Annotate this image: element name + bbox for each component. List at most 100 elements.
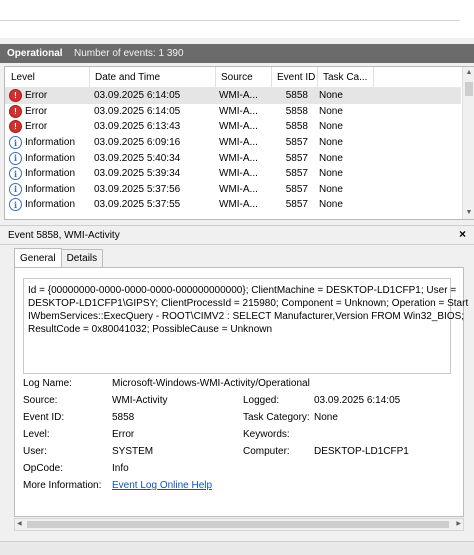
level-label: Level:	[23, 429, 50, 440]
horizontal-scrollbar[interactable]: ◀ ▶	[14, 518, 464, 531]
source-cell: WMI-A...	[219, 121, 258, 133]
info-icon: i	[9, 198, 22, 212]
info-icon: i	[9, 136, 22, 150]
source-cell: WMI-A...	[219, 137, 258, 149]
message-line: ResultCode = 0x80041032; PossibleCause =…	[28, 324, 273, 335]
event-id-value: 5858	[112, 412, 135, 423]
tab-general[interactable]: General	[14, 248, 62, 267]
user-value: SYSTEM	[112, 446, 154, 457]
date-cell: 03.09.2025 6:13:43	[94, 121, 181, 133]
scroll-left-icon[interactable]: ◀	[17, 519, 22, 530]
message-line: Id = {00000000-0000-0000-0000-0000000000…	[28, 285, 457, 296]
table-row[interactable]: i Information 03.09.2025 5:37:56 WMI-A..…	[5, 182, 461, 198]
scroll-down-icon[interactable]: ▼	[463, 207, 474, 219]
event-message[interactable]: Id = {00000000-0000-0000-0000-0000000000…	[23, 278, 469, 374]
log-title: Operational	[7, 48, 63, 59]
event-id-cell: 5857	[285, 199, 308, 211]
date-cell: 03.09.2025 5:40:34	[94, 152, 181, 164]
close-icon[interactable]: ×	[459, 227, 466, 241]
scroll-up-icon[interactable]: ▲	[463, 67, 474, 79]
task-cell: None	[319, 90, 343, 102]
level-cell: i Information	[5, 182, 89, 196]
date-cell: 03.09.2025 5:37:56	[94, 183, 181, 195]
scroll-right-icon[interactable]: ▶	[456, 519, 461, 530]
list-rows: ! Error 03.09.2025 6:14:05 WMI-A... 5858…	[5, 88, 461, 213]
event-id-cell: 5857	[285, 137, 308, 149]
toolbar-area	[0, 0, 474, 38]
message-line: DESKTOP-LD1CFP1\GIPSY; ClientProcessId =…	[28, 298, 469, 309]
computer-value: DESKTOP-LD1CFP1	[314, 446, 409, 457]
level-value: Error	[112, 429, 135, 440]
table-row[interactable]: i Information 03.09.2025 5:40:34 WMI-A..…	[5, 150, 461, 166]
detail-tabs: General Details	[14, 248, 104, 267]
error-icon: !	[9, 104, 22, 118]
vertical-scrollbar[interactable]: ▲ ▼	[462, 67, 474, 219]
column-header-event-id[interactable]: Event ID	[272, 72, 317, 83]
task-category-value: None	[314, 412, 338, 423]
logged-value: 03.09.2025 6:14:05	[314, 395, 401, 406]
task-cell: None	[319, 199, 343, 211]
error-icon: !	[9, 89, 22, 103]
task-cell: None	[319, 183, 343, 195]
general-tab-panel: Id = {00000000-0000-0000-0000-0000000000…	[14, 267, 469, 517]
event-id-cell: 5858	[285, 105, 308, 117]
level-cell: ! Error	[5, 104, 89, 118]
table-row[interactable]: ! Error 03.09.2025 6:13:43 WMI-A... 5858…	[5, 119, 461, 135]
more-info-label: More Information:	[23, 480, 102, 491]
event-id-cell: 5858	[285, 121, 308, 133]
level-cell: ! Error	[5, 120, 89, 134]
info-icon: i	[9, 182, 22, 196]
source-cell: WMI-A...	[219, 168, 258, 180]
date-cell: 03.09.2025 5:37:55	[94, 199, 181, 211]
level-cell: i Information	[5, 167, 89, 181]
level-text: Error	[25, 121, 48, 133]
event-id-label: Event ID:	[23, 412, 65, 423]
date-cell: 03.09.2025 6:14:05	[94, 105, 181, 117]
table-row[interactable]: ! Error 03.09.2025 6:14:05 WMI-A... 5858…	[5, 88, 461, 104]
column-header-task-category[interactable]: Task Ca...	[318, 72, 373, 83]
source-label: Source:	[23, 395, 58, 406]
table-row[interactable]: i Information 03.09.2025 5:39:34 WMI-A..…	[5, 166, 461, 182]
table-row[interactable]: i Information 03.09.2025 5:37:55 WMI-A..…	[5, 197, 461, 213]
column-header-date[interactable]: Date and Time	[90, 72, 215, 83]
log-name-value: Microsoft-Windows-WMI-Activity/Operation…	[112, 378, 310, 389]
column-header-level[interactable]: Level	[5, 72, 89, 83]
computer-label: Computer:	[243, 446, 290, 457]
task-cell: None	[319, 137, 343, 149]
tab-details[interactable]: Details	[60, 249, 104, 267]
event-detail-header: Event 5858, WMI-Activity ×	[0, 225, 474, 245]
user-label: User:	[23, 446, 47, 457]
column-separator[interactable]	[373, 67, 374, 87]
logged-label: Logged:	[243, 395, 280, 406]
table-row[interactable]: i Information 03.09.2025 6:09:16 WMI-A..…	[5, 135, 461, 151]
task-cell: None	[319, 168, 343, 180]
status-bar	[0, 541, 474, 555]
column-header-source[interactable]: Source	[216, 72, 271, 83]
info-icon: i	[9, 151, 22, 165]
event-detail-title: Event 5858, WMI-Activity	[8, 229, 120, 241]
task-cell: None	[319, 105, 343, 117]
opcode-label: OpCode:	[23, 463, 64, 474]
event-id-cell: 5857	[285, 183, 308, 195]
events-list[interactable]: Level Date and Time Source Event ID Task…	[4, 66, 474, 220]
level-text: Information	[25, 168, 76, 180]
event-viewer-window: Operational Number of events: 1 390 Leve…	[0, 0, 474, 555]
date-cell: 03.09.2025 5:39:34	[94, 168, 181, 180]
date-cell: 03.09.2025 6:09:16	[94, 137, 181, 149]
level-text: Information	[25, 137, 76, 149]
task-category-label: Task Category:	[243, 412, 310, 423]
scrollbar-thumb[interactable]	[27, 521, 449, 528]
source-value: WMI-Activity	[112, 395, 168, 406]
level-text: Error	[25, 90, 48, 102]
table-row[interactable]: ! Error 03.09.2025 6:14:05 WMI-A... 5858…	[5, 104, 461, 120]
level-text: Information	[25, 183, 76, 195]
source-cell: WMI-A...	[219, 90, 258, 102]
info-icon: i	[9, 167, 22, 181]
scrollbar-thumb[interactable]	[465, 82, 473, 96]
source-cell: WMI-A...	[219, 183, 258, 195]
level-cell: i Information	[5, 136, 89, 150]
event-log-online-help-link[interactable]: Event Log Online Help	[112, 480, 212, 491]
message-line: IWbemServices::ExecQuery - ROOT\CIMV2 : …	[28, 311, 465, 322]
level-text: Information	[25, 152, 76, 164]
event-count: Number of events: 1 390	[74, 48, 184, 59]
